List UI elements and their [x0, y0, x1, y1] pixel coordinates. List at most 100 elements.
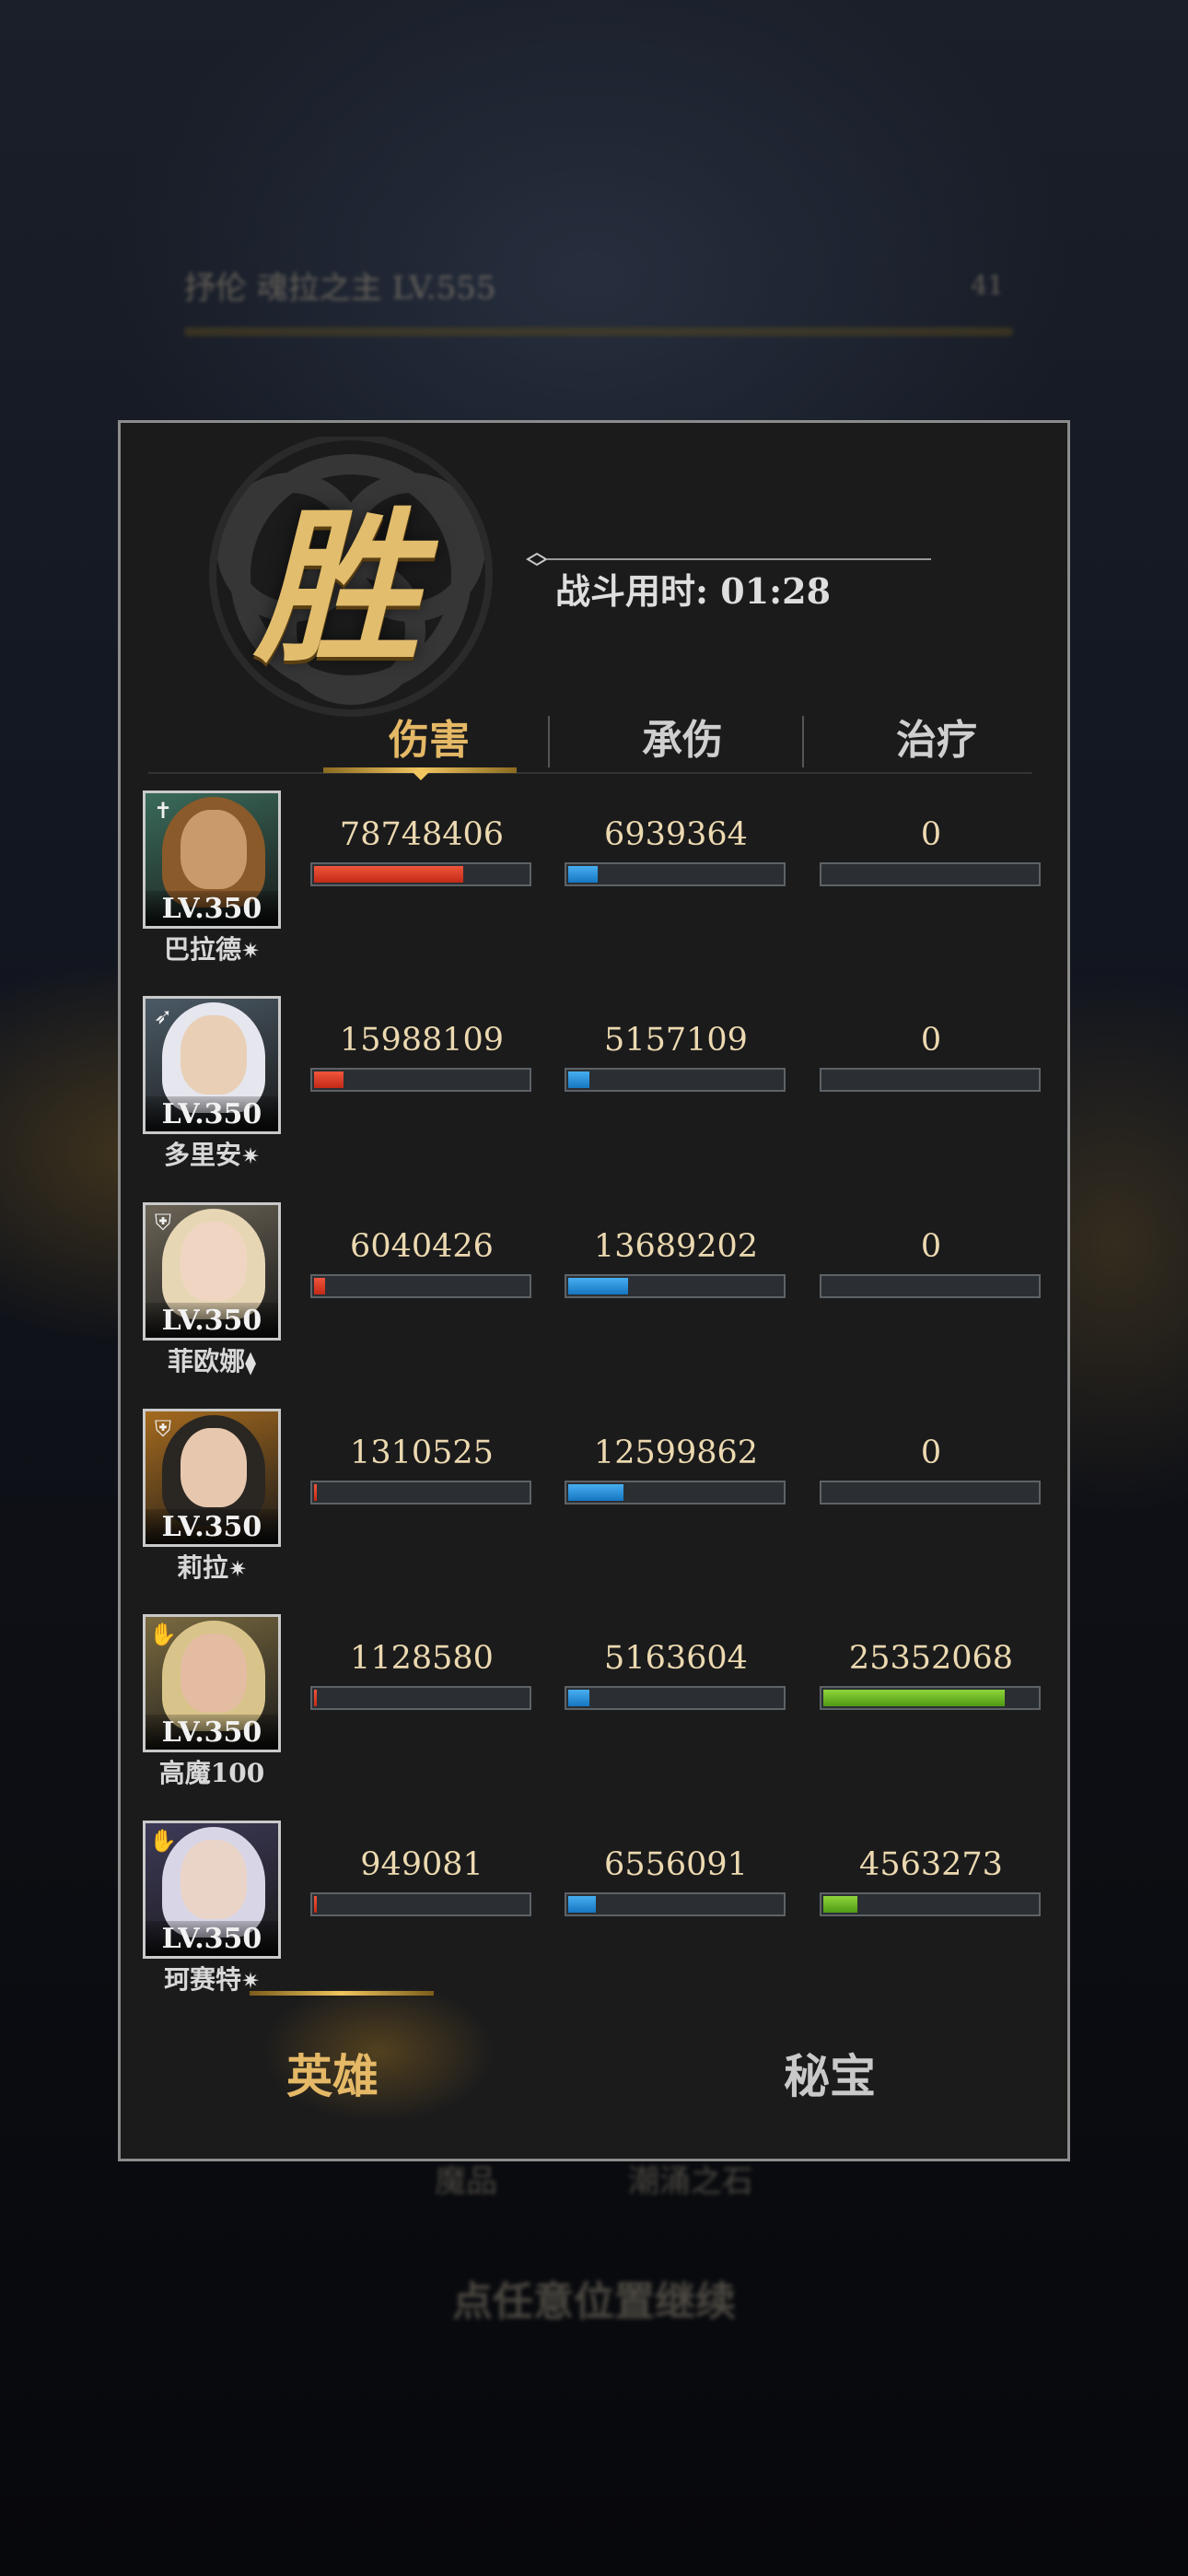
hero-level: LV.350: [146, 1921, 278, 1956]
hero-face: [181, 810, 247, 889]
healing-value: 0: [920, 1434, 942, 1471]
damage-taken-value: 12599862: [593, 1434, 759, 1471]
damage-taken-value: 6556091: [604, 1846, 748, 1883]
hero-portrait[interactable]: ✋ LV.350: [143, 1614, 281, 1752]
damage-bar-fill: [314, 1484, 317, 1501]
active-bottom-tab-line: [250, 1991, 434, 1996]
background-boss-bar: 抒伦 魂拉之主 LV.555 41: [120, 263, 1022, 345]
boss-bar-fill: [184, 327, 1013, 336]
shield-icon: ⛨: [155, 1210, 171, 1235]
tab-divider: [802, 716, 804, 767]
damage-value: 1128580: [350, 1640, 494, 1677]
tab-damage-taken[interactable]: 承伤: [572, 699, 793, 782]
hero-rank-icon: ⧫: [245, 1350, 256, 1376]
hero-face: [181, 1222, 247, 1301]
hero-portrait[interactable]: ⛨ LV.350: [143, 1409, 281, 1547]
damage-taken-value: 6939364: [604, 816, 748, 853]
hero-portrait[interactable]: ✝ LV.350: [143, 790, 281, 929]
healing-value: 25352068: [848, 1640, 1014, 1677]
shield-icon: ⛨: [155, 1416, 171, 1442]
continue-hint[interactable]: 点任意位置继续: [0, 2268, 1188, 2327]
hero-portrait[interactable]: ✋ LV.350: [143, 1821, 281, 1959]
hero-rank-icon: ✷: [240, 938, 261, 964]
hero-name: 高魔100: [158, 1758, 265, 1788]
hero-name-wrap: 多里安✷: [124, 1134, 299, 1177]
hero-face: [181, 1840, 247, 1919]
hero-rank-icon: ✷: [240, 1143, 261, 1169]
background-label-2: 潮涌之石: [627, 2163, 753, 2200]
damage-taken-bar: [565, 1686, 786, 1710]
hero-row: ⛨ LV.350 莉拉✷ 1310525 12599862 0: [121, 1409, 1073, 1615]
damage-taken-value: 5157109: [604, 1022, 748, 1059]
background-label-1: 魔品: [435, 2163, 498, 2200]
boss-bar-label: 抒伦 魂拉之主 LV.555: [184, 270, 496, 307]
damage-bar: [310, 1892, 531, 1916]
hero-level: LV.350: [146, 891, 278, 926]
hero-level: LV.350: [146, 1096, 278, 1131]
healing-bar: [820, 1686, 1041, 1710]
healing-value: 4563273: [859, 1846, 1003, 1883]
tab-heroes[interactable]: 英雄: [194, 2026, 471, 2127]
battle-time: 战斗用时: 01:28: [555, 570, 832, 612]
damage-bar-fill: [314, 1690, 317, 1706]
battle-result-panel: 胜 战斗用时: 01:28 伤害 承伤 治疗 ✝ LV.350 巴拉德✷ 787484…: [118, 420, 1070, 2161]
hand-icon: ✋: [149, 1828, 177, 1854]
healing-bar: [820, 862, 1041, 886]
healing-value: 0: [920, 1022, 942, 1059]
damage-value: 78748406: [339, 816, 505, 853]
damage-bar-fill: [314, 1896, 317, 1913]
hero-name: 多里安: [163, 1140, 241, 1170]
damage-taken-bar-fill: [568, 1690, 589, 1706]
damage-bar: [310, 1068, 531, 1092]
healing-bar-fill: [823, 1896, 857, 1913]
boss-bar-count: 41: [971, 270, 1004, 300]
damage-bar: [310, 1481, 531, 1505]
hero-portrait[interactable]: ➶ LV.350: [143, 996, 281, 1134]
damage-taken-bar-fill: [568, 1896, 596, 1913]
healing-value: 0: [920, 816, 942, 853]
stat-tabs: 伤害 承伤 治疗: [121, 699, 1073, 782]
damage-taken-bar-fill: [568, 1071, 589, 1088]
tab-healing[interactable]: 治疗: [826, 699, 1047, 782]
hand-icon: ✋: [149, 1622, 177, 1647]
hero-name-wrap: 巴拉德✷: [124, 929, 299, 972]
damage-value: 6040426: [350, 1228, 494, 1265]
hero-name: 菲欧娜: [168, 1346, 246, 1376]
damage-taken-bar: [565, 1481, 786, 1505]
hero-face: [181, 1428, 247, 1507]
damage-bar-fill: [314, 1278, 325, 1294]
sword-icon: ✝: [153, 798, 173, 824]
hero-row: ⛨ LV.350 菲欧娜⧫ 6040426 13689202 0: [121, 1202, 1073, 1409]
tab-treasures[interactable]: 秘宝: [692, 2026, 968, 2127]
bottom-tabs: 英雄 秘宝: [121, 1989, 1073, 2164]
damage-taken-value: 13689202: [593, 1228, 759, 1265]
damage-taken-bar-fill: [568, 866, 598, 883]
hero-portrait[interactable]: ⛨ LV.350: [143, 1202, 281, 1341]
damage-taken-bar-fill: [568, 1484, 623, 1501]
hero-name-wrap: 菲欧娜⧫: [124, 1341, 299, 1384]
damage-bar-fill: [314, 866, 463, 883]
hero-name: 巴拉德: [163, 934, 241, 965]
victory-title: 胜: [254, 491, 421, 685]
hero-name-wrap: 莉拉✷: [124, 1547, 299, 1590]
tab-divider: [548, 716, 550, 767]
damage-taken-bar: [565, 1274, 786, 1298]
hero-row: ➶ LV.350 多里安✷ 15988109 5157109 0: [121, 996, 1073, 1202]
damage-taken-value: 5163604: [604, 1640, 748, 1677]
damage-taken-bar: [565, 1892, 786, 1916]
healing-bar: [820, 1892, 1041, 1916]
hero-face: [181, 1633, 247, 1713]
healing-value: 0: [920, 1228, 942, 1265]
damage-value: 949081: [360, 1846, 483, 1883]
bow-icon: ➶: [153, 1003, 173, 1029]
healing-bar: [820, 1068, 1041, 1092]
hero-level: LV.350: [146, 1303, 278, 1338]
hero-level: LV.350: [146, 1509, 278, 1544]
hero-row: ✝ LV.350 巴拉德✷ 78748406 6939364 0: [121, 790, 1073, 997]
hero-level: LV.350: [146, 1715, 278, 1750]
healing-bar: [820, 1274, 1041, 1298]
damage-taken-bar-fill: [568, 1278, 628, 1294]
active-tab-marker: [412, 771, 430, 780]
damage-taken-bar: [565, 1068, 786, 1092]
damage-taken-bar: [565, 862, 786, 886]
